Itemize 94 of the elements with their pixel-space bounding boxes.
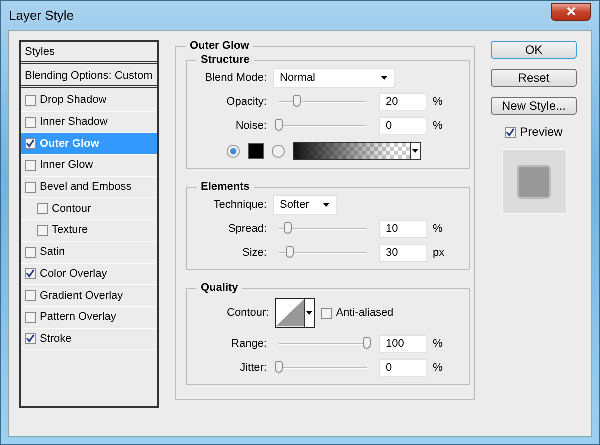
- slider-thumb[interactable]: [284, 222, 292, 234]
- style-label: Stroke: [40, 332, 72, 345]
- style-label: Pattern Overlay: [40, 311, 116, 324]
- slider-thumb[interactable]: [292, 95, 301, 107]
- style-list-item[interactable]: Color Overlay: [21, 264, 157, 286]
- value-field[interactable]: 30: [379, 244, 427, 262]
- style-label: Gradient Overlay: [40, 290, 124, 302]
- value-field[interactable]: 0: [379, 117, 427, 135]
- group-title: Structure: [200, 54, 251, 66]
- slider-thumb[interactable]: [286, 246, 294, 258]
- style-list-item[interactable]: Pattern Overlay: [21, 306, 157, 329]
- style-label: Inner Shadow: [40, 116, 108, 128]
- unit-label: %: [433, 120, 444, 132]
- slider-thumb[interactable]: [275, 361, 283, 373]
- checkbox[interactable]: [25, 268, 36, 280]
- contour-picker[interactable]: [275, 298, 316, 328]
- gradient-picker[interactable]: [293, 142, 421, 160]
- value-field[interactable]: 100: [379, 335, 427, 353]
- unit-label: %: [433, 362, 444, 374]
- checkbox-label: Preview: [520, 125, 563, 139]
- check-icon: [26, 334, 35, 344]
- dialog-button[interactable]: OK: [491, 41, 577, 59]
- slider-thumb[interactable]: [363, 337, 371, 349]
- style-list-item[interactable]: Stroke: [21, 328, 157, 350]
- slider-label: Opacity:: [226, 96, 267, 108]
- checkbox[interactable]: [25, 94, 36, 106]
- style-label: Drop Shadow: [40, 94, 107, 106]
- dialog-button[interactable]: Reset: [491, 69, 577, 87]
- style-label: Texture: [52, 224, 88, 236]
- check-icon: [26, 139, 35, 148]
- blend-mode-dropdown[interactable]: Normal: [273, 68, 395, 88]
- style-list-item[interactable]: Texture: [21, 220, 157, 242]
- preview-swatch-icon: [517, 164, 551, 198]
- unit-label: %: [433, 338, 444, 350]
- style-list-item[interactable]: Drop Shadow: [21, 90, 157, 112]
- style-list-item[interactable]: Inner Glow: [21, 155, 157, 177]
- slider-label: Jitter:: [239, 362, 267, 374]
- slider-label: Noise:: [234, 120, 267, 132]
- dialog-button[interactable]: New Style...: [491, 97, 577, 115]
- style-label: Outer Glow: [40, 138, 100, 150]
- group-title: Outer Glow: [189, 40, 250, 52]
- caret-icon: [381, 76, 388, 80]
- style-label: Contour: [52, 202, 92, 215]
- checkbox[interactable]: [37, 224, 48, 236]
- style-list-item[interactable]: Contour: [21, 198, 157, 220]
- style-list-item[interactable]: Gradient Overlay: [21, 285, 157, 307]
- check-icon: [506, 128, 516, 136]
- value-field[interactable]: 0: [379, 359, 427, 377]
- contour-icon: [276, 299, 304, 327]
- value-field[interactable]: 10: [379, 220, 427, 238]
- checkbox[interactable]: [505, 126, 516, 138]
- checkbox[interactable]: [25, 246, 36, 258]
- unit-label: %: [433, 96, 444, 108]
- technique-dropdown[interactable]: Softer: [273, 195, 337, 215]
- caret-icon: [306, 311, 314, 315]
- style-label: Bevel and Emboss: [40, 181, 132, 194]
- checkbox[interactable]: [25, 333, 36, 344]
- group-title: Quality: [200, 282, 240, 294]
- field-label: Technique:: [212, 199, 267, 211]
- check-icon: [26, 269, 35, 278]
- checkbox[interactable]: [321, 308, 332, 318]
- unit-label: px: [433, 247, 446, 259]
- slider-label: Size:: [242, 247, 267, 259]
- style-list-item[interactable]: Bevel and Emboss: [21, 176, 157, 198]
- checkbox[interactable]: [25, 182, 36, 193]
- checkbox[interactable]: [25, 160, 36, 171]
- caret-icon: [323, 203, 330, 207]
- checkbox[interactable]: [25, 116, 36, 128]
- field-label: Blend Mode:: [204, 72, 267, 84]
- checkbox[interactable]: [25, 138, 36, 150]
- field-label: Contour:: [227, 307, 270, 319]
- list-header[interactable]: Blending Options: Custom: [21, 66, 157, 88]
- slider-label: Spread:: [227, 223, 267, 235]
- checkbox[interactable]: [25, 290, 36, 302]
- slider-thumb[interactable]: [275, 119, 283, 131]
- close-button[interactable]: [551, 2, 591, 20]
- radio-button[interactable]: [227, 144, 240, 158]
- checkbox[interactable]: [25, 312, 36, 323]
- group-title: Elements: [200, 181, 251, 193]
- close-icon: [566, 7, 576, 16]
- unit-label: %: [433, 223, 444, 235]
- checkbox-label: Anti-aliased: [336, 307, 394, 319]
- window-title: Layer Style: [9, 8, 74, 23]
- style-label: Satin: [40, 246, 66, 258]
- slider-label: Range:: [230, 338, 267, 350]
- checkbox[interactable]: [37, 203, 48, 214]
- value-field[interactable]: 20: [379, 93, 427, 111]
- color-swatch[interactable]: [248, 143, 264, 159]
- style-label: Inner Glow: [40, 159, 94, 172]
- caret-icon: [412, 149, 419, 153]
- list-header[interactable]: Styles: [21, 42, 157, 64]
- style-list-item[interactable]: Satin: [21, 242, 157, 264]
- radio-button[interactable]: [272, 144, 285, 158]
- style-label: Color Overlay: [40, 268, 108, 280]
